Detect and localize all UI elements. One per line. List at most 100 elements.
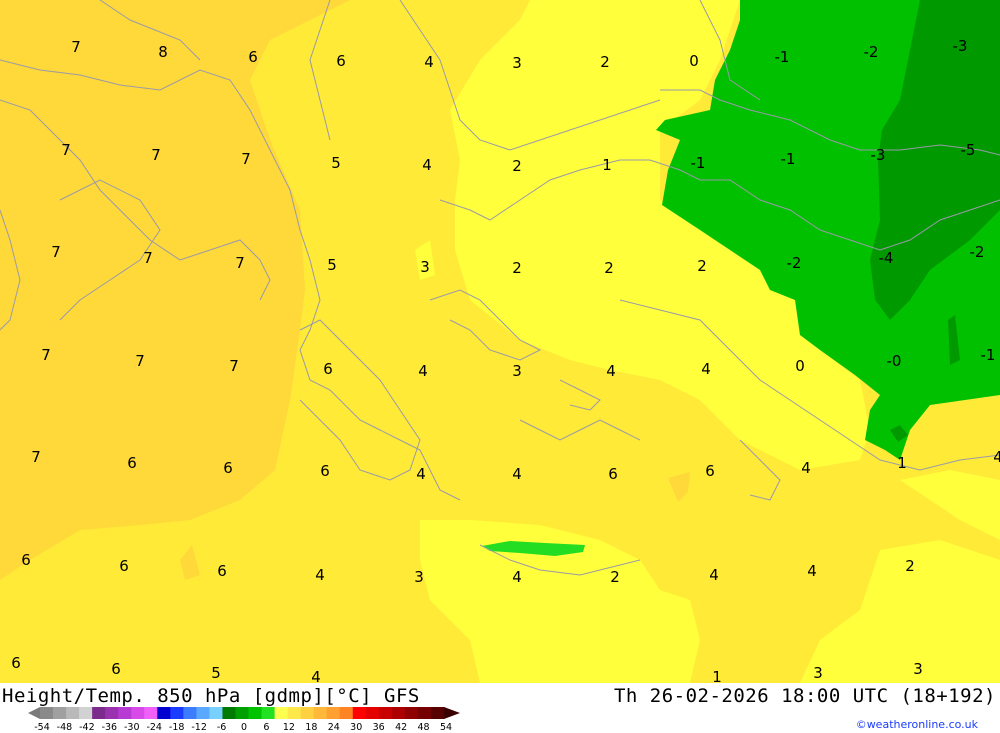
legend-tick-label: 42 — [395, 722, 407, 731]
temperature-label: 7 — [151, 146, 161, 164]
legend-tick-label: 12 — [283, 722, 295, 731]
temperature-label: -4 — [879, 249, 894, 267]
footer: Height/Temp. 850 hPa [gdmp][°C] GFS Th 2… — [0, 683, 1000, 733]
legend-swatch — [196, 707, 210, 719]
temperature-label: 3 — [420, 258, 430, 276]
legend-swatch — [79, 707, 93, 719]
legend-swatch — [300, 707, 315, 719]
temperature-label: 3 — [813, 664, 823, 682]
legend-tick-label: -42 — [79, 722, 95, 731]
temperature-label: 5 — [331, 154, 341, 172]
forecast-datetime: Th 26-02-2026 18:00 UTC (18+192) — [613, 685, 996, 707]
temperature-label: 2 — [512, 259, 522, 277]
legend-swatch — [326, 707, 341, 719]
temperature-label: -2 — [970, 243, 985, 261]
map-canvas: 7 8 6 6 4 3 2 0 -1 -2 -3 7 7 7 5 4 2 1 -1 -1 -3 -5 7 7 7 5 3 2 2 2 -2 -… — [0, 0, 1000, 683]
temperature-label: 6 — [320, 462, 330, 480]
temperature-label: 7 — [135, 352, 145, 370]
temperature-label: 1 — [712, 668, 722, 683]
temperature-label: 5 — [211, 664, 221, 682]
temperature-label: 4 — [512, 465, 522, 483]
legend-arrow-left — [28, 707, 40, 719]
legend-swatch — [430, 707, 445, 719]
legend-swatch — [66, 707, 80, 719]
temperature-label: 7 — [71, 38, 81, 56]
legend-tick-label: -54 — [34, 722, 50, 731]
temperature-label: -3 — [871, 146, 886, 164]
temperature-label: 6 — [11, 654, 21, 672]
legend-swatches — [28, 707, 460, 719]
temperature-label: 0 — [795, 357, 805, 375]
legend-swatch — [53, 707, 67, 719]
color-legend: -54 -48 -42 -36 -30 -24 -18 -12 -6 0 6 12 18 24 30 36 42… — [28, 707, 460, 731]
temperature-label: 6 — [217, 562, 227, 580]
legend-swatch — [313, 707, 328, 719]
legend-tick-label: -24 — [146, 722, 162, 731]
temperature-map: 7 8 6 6 4 3 2 0 -1 -2 -3 7 7 7 5 4 2 1 -1 -1 -3 -5 7 7 7 5 3 2 2 2 -2 -… — [0, 0, 1000, 683]
temperature-label: 2 — [512, 157, 522, 175]
legend-tick-label: 36 — [373, 722, 385, 731]
legend-swatch — [183, 707, 197, 719]
temperature-label: -0 — [887, 352, 902, 370]
temperature-label: 2 — [600, 53, 610, 71]
legend-swatch — [144, 707, 158, 719]
temperature-label: 4 — [311, 668, 321, 683]
legend-swatch — [118, 707, 132, 719]
temperature-label: 4 — [424, 53, 434, 71]
temperature-label: 6 — [223, 459, 233, 477]
legend-tick-label: 54 — [440, 722, 452, 731]
temperature-label: 7 — [41, 346, 51, 364]
temperature-label: 6 — [705, 462, 715, 480]
chart-title: Height/Temp. 850 hPa [gdmp][°C] GFS — [2, 685, 420, 707]
legend-swatch — [261, 707, 276, 719]
temperature-label: 1 — [897, 454, 907, 472]
temperature-label: 6 — [119, 557, 129, 575]
legend-arrow-right — [444, 707, 460, 719]
legend-swatch — [209, 707, 223, 719]
legend-tick-label: -30 — [124, 722, 140, 731]
temperature-label: 4 — [701, 360, 711, 378]
temperature-label: 0 — [689, 52, 699, 70]
temperature-label: 4 — [606, 362, 616, 380]
temperature-label: 3 — [414, 568, 424, 586]
temperature-label: 2 — [697, 257, 707, 275]
temperature-label: 2 — [604, 259, 614, 277]
temperature-label: 7 — [51, 243, 61, 261]
temperature-label: 6 — [336, 52, 346, 70]
temperature-label: 7 — [229, 357, 239, 375]
temperature-label: -2 — [787, 254, 802, 272]
legend-swatch — [40, 707, 54, 719]
temperature-label: 3 — [512, 362, 522, 380]
temperature-label: 6 — [608, 465, 618, 483]
temperature-label: -2 — [864, 43, 879, 61]
temperature-label: 6 — [248, 48, 258, 66]
legend-tick-label: -36 — [102, 722, 118, 731]
temperature-label: -1 — [981, 346, 996, 364]
temperature-label: 1 — [602, 156, 612, 174]
legend-swatch — [131, 707, 145, 719]
legend-swatch — [105, 707, 119, 719]
credit-link[interactable]: ©weatheronline.co.uk — [856, 718, 978, 731]
legend-swatch — [404, 707, 419, 719]
temperature-label: 4 — [418, 362, 428, 380]
legend-swatch — [352, 707, 367, 719]
temperature-label: 7 — [241, 150, 251, 168]
temperature-label: 4 — [993, 448, 1000, 466]
temperature-label: -3 — [953, 37, 968, 55]
temperature-label: 7 — [235, 254, 245, 272]
temperature-label: 6 — [323, 360, 333, 378]
temperature-label: -1 — [775, 48, 790, 66]
temperature-label: -1 — [781, 150, 796, 168]
legend-swatch — [92, 707, 106, 719]
legend-tick-label: 0 — [241, 722, 247, 731]
legend-swatch — [417, 707, 432, 719]
temperature-label: 7 — [143, 249, 153, 267]
legend-ticks: -54 -48 -42 -36 -30 -24 -18 -12 -6 0 6 12 18 24 30 36 42… — [34, 722, 452, 731]
legend-swatch — [235, 707, 250, 719]
temperature-label: 5 — [327, 256, 337, 274]
legend-tick-label: -12 — [191, 722, 207, 731]
temperature-label: 6 — [127, 454, 137, 472]
temperature-label: 6 — [21, 551, 31, 569]
temperature-label: 2 — [610, 568, 620, 586]
temperature-label: 7 — [31, 448, 41, 466]
